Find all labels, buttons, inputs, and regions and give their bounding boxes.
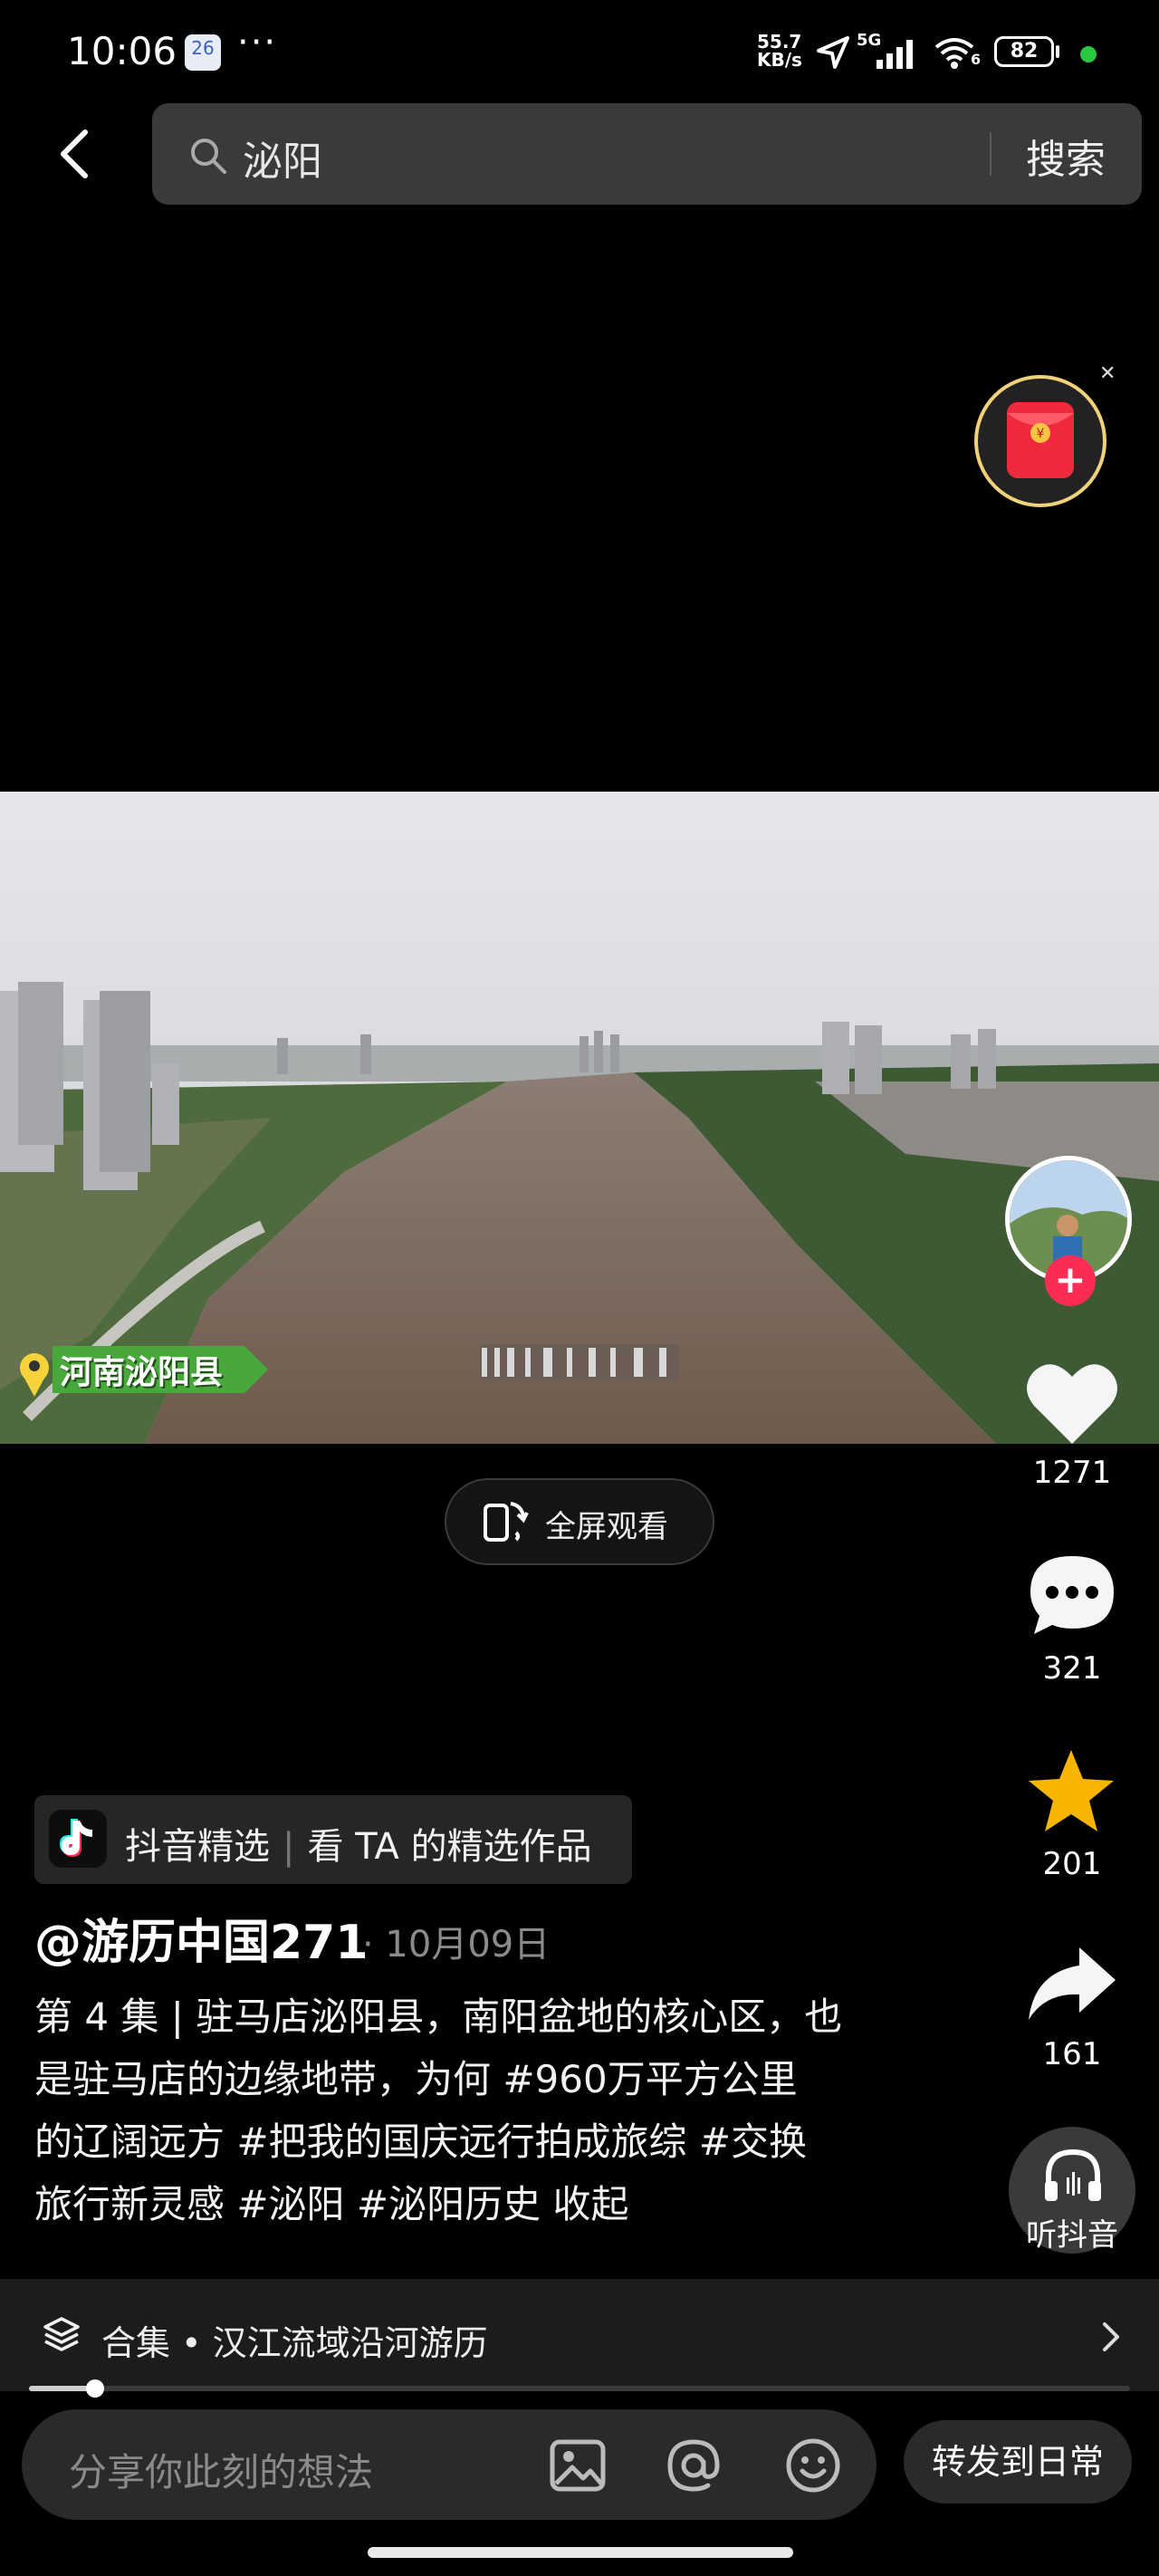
like-count: 1271	[1032, 1455, 1112, 1491]
description-line: 第 4 集 | 驻马店泌阳县，南阳盆地的核心区，也	[34, 1994, 843, 2039]
share-count: 161	[1042, 2036, 1102, 2072]
red-envelope-icon: ¥	[1007, 402, 1074, 478]
network-speed-value: 55.7	[757, 31, 802, 53]
location-badge: 河南泌阳县	[60, 1354, 224, 1391]
search-button[interactable]: 搜索	[1026, 127, 1106, 185]
favorite-count: 201	[1042, 1846, 1102, 1882]
star-icon[interactable]	[1023, 1746, 1119, 1837]
featured-source: 抖音精选	[125, 1826, 270, 1868]
chevron-right-icon	[1103, 2322, 1119, 2351]
follow-button[interactable]: +	[1045, 1255, 1096, 1306]
listen-label: 听抖音	[1026, 2217, 1118, 2254]
comment-icon[interactable]	[1027, 1552, 1117, 1638]
status-time: 10:06	[67, 29, 177, 73]
description-line: 的辽阔远方 #把我的国庆远行拍成旅综 #交换	[34, 2119, 808, 2164]
description-line: 是驻马店的边缘地带，为何 #960万平方公里	[34, 2057, 798, 2101]
comment-count: 321	[1042, 1650, 1102, 1687]
heart-icon[interactable]	[1025, 1360, 1119, 1446]
fullscreen-label: 全屏观看	[545, 1509, 668, 1545]
playback-progress-track[interactable]	[29, 2386, 1130, 2391]
back-icon[interactable]	[54, 127, 94, 181]
emoji-icon[interactable]	[784, 2437, 842, 2494]
privacy-indicator	[1080, 46, 1097, 62]
collapse-link[interactable]: 收起	[552, 2182, 628, 2226]
collection-label: 合集 • 汉江流域沿河游历	[101, 2323, 488, 2363]
more-notifications-icon: ···	[237, 22, 278, 63]
douyin-logo-icon	[49, 1810, 107, 1868]
share-icon[interactable]	[1025, 1942, 1119, 2023]
wifi-badge: 6	[971, 51, 982, 68]
home-indicator[interactable]	[368, 2547, 793, 2558]
playback-progress-handle[interactable]	[86, 2379, 104, 2398]
image-icon[interactable]	[549, 2437, 607, 2494]
author-name[interactable]: @游历中国271	[34, 1904, 369, 1972]
network-speed: 55.7 KB/s	[757, 33, 802, 69]
video-player[interactable]: 河南泌阳县	[0, 792, 1159, 1444]
description-line-last: 旅行新灵感 #泌阳 #泌阳历史 收起	[34, 2173, 931, 2235]
wifi-icon	[934, 38, 974, 69]
rotate-screen-icon	[484, 1502, 529, 1542]
svg-text:¥: ¥	[1037, 427, 1045, 441]
share-to-daily-button[interactable]: 转发到日常	[904, 2420, 1132, 2504]
post-date: · 10月09日	[362, 1924, 551, 1966]
layers-icon	[43, 2317, 80, 2351]
featured-link[interactable]: 看 TA 的精选作品	[307, 1826, 591, 1868]
search-icon	[191, 139, 226, 174]
comment-input[interactable]: 分享你此刻的想法	[69, 2442, 373, 2497]
status-bar: 10:06 26 ··· 55.7 KB/s 5G 6 82	[0, 0, 1159, 109]
search-divider	[990, 132, 991, 176]
location-arrow-icon	[817, 36, 849, 69]
mention-icon[interactable]	[665, 2437, 723, 2494]
calendar-icon: 26	[185, 34, 221, 71]
featured-divider: |	[283, 1826, 295, 1868]
network-speed-unit: KB/s	[757, 49, 802, 71]
battery-tip	[1056, 45, 1059, 58]
description-text: 旅行新灵感 #泌阳 #泌阳历史	[34, 2182, 541, 2226]
post-description: 第 4 集 | 驻马店泌阳县，南阳盆地的核心区，也 是驻马店的边缘地带，为何 #…	[34, 1985, 931, 2235]
featured-text: 抖音精选 | 看 TA 的精选作品	[125, 1817, 592, 1870]
headphones-icon	[1045, 2148, 1101, 2201]
battery-level: 82	[1010, 40, 1039, 62]
close-icon[interactable]: ✕	[1099, 362, 1116, 385]
search-input[interactable]: 泌阳	[243, 129, 322, 187]
signal-icon	[876, 40, 913, 69]
